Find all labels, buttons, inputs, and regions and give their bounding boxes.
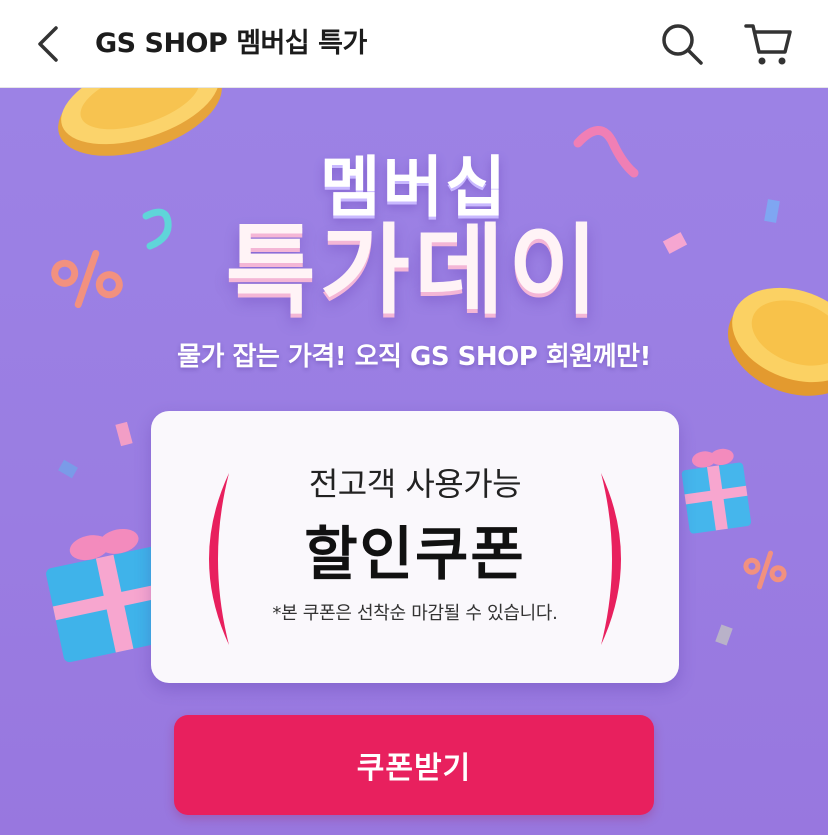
top-app-bar: GS SHOP 멤버십 특가 [0,0,828,88]
chevron-left-icon [38,26,58,62]
percent-icon [743,550,787,590]
confetti [58,459,78,479]
page-title: GS SHOP 멤버십 특가 [95,28,367,59]
confetti [115,421,133,447]
coupon-eligibility: 전고객 사용가능 [308,465,522,503]
cart-icon [744,24,792,65]
coupon-card: 전고객 사용가능 할인쿠폰 *본 쿠폰은 선착순 마감될 수 있습니다. [151,411,679,683]
cart-button[interactable] [742,20,794,68]
gift-box-icon [681,448,752,534]
search-button[interactable] [658,20,706,68]
get-coupon-button[interactable]: 쿠폰받기 [174,715,654,815]
back-button[interactable] [28,22,68,66]
headline-special-day: 특가데이 [225,214,603,328]
coupon-title: 할인쿠폰 [304,520,526,588]
confetti [715,624,733,646]
promo-subcopy: 물가 잡는 가격! 오직 GS SHOP 회원께만! [177,342,651,372]
search-icon [662,24,703,65]
promo-banner: 멤버십 특가데이 물가 잡는 가격! 오직 GS SHOP 회원께만! 전고객 … [0,88,828,835]
coupon-disclaimer: *본 쿠폰은 선착순 마감될 수 있습니다. [272,603,558,624]
